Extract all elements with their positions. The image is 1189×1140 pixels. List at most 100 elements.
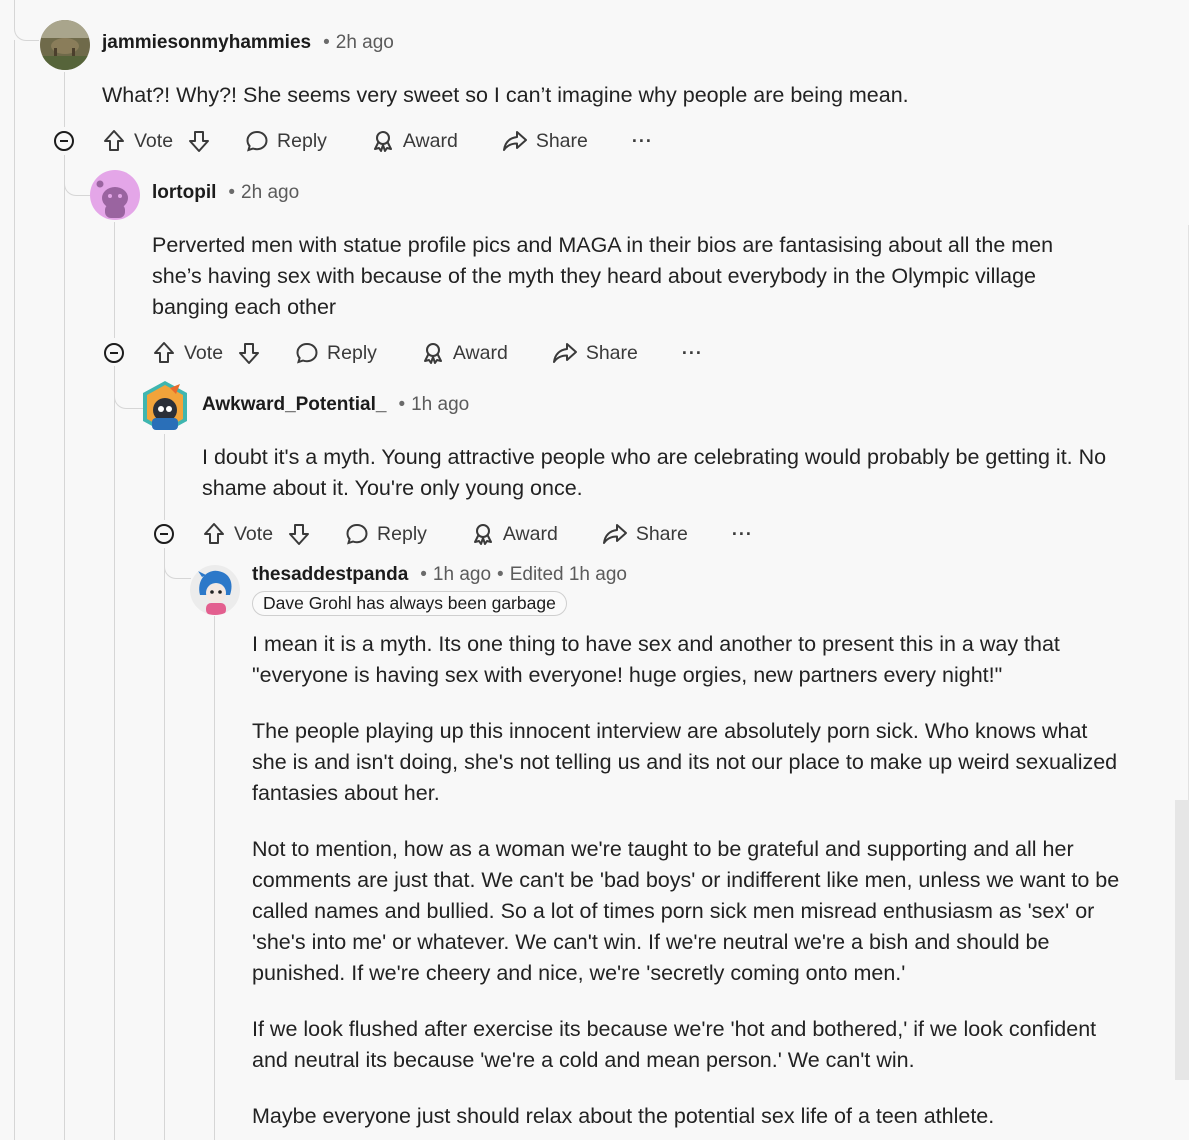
reply-icon: [296, 342, 318, 364]
comment-paragraph: Maybe everyone just should relax about t…: [252, 1104, 995, 1128]
share-button[interactable]: Share: [552, 341, 638, 365]
timestamp[interactable]: 1h ago: [411, 394, 469, 416]
user-flair: Dave Grohl has always been garbage: [252, 591, 567, 616]
comment-thread: jammiesonmyhammies • 2h ago What?! Why?!…: [0, 0, 1189, 1140]
thread-line: [64, 155, 91, 196]
share-icon: [502, 131, 527, 151]
thread-line: [214, 616, 215, 1140]
reply-icon: [346, 523, 368, 545]
comment-meta: jammiesonmyhammies • 2h ago: [102, 30, 394, 56]
vote-label: Vote: [134, 129, 174, 152]
thread-line: [114, 366, 143, 409]
award-label: Award: [452, 341, 508, 364]
username[interactable]: lortopil: [152, 182, 216, 204]
more-icon: ···: [731, 523, 753, 544]
scrollbar-track: [1175, 800, 1189, 1080]
thread-line: [114, 366, 115, 1140]
share-label: Share: [635, 522, 688, 545]
username[interactable]: Awkward_Potential_: [202, 394, 386, 416]
downvote-button[interactable]: [287, 522, 311, 546]
vote-label: Vote: [184, 341, 224, 364]
thread-line: [64, 72, 65, 127]
reply-button[interactable]: Reply: [295, 341, 377, 365]
share-button[interactable]: Share: [502, 129, 588, 153]
upvote-button[interactable]: Vote: [202, 522, 273, 546]
cropped-previous-content: [150, 0, 580, 2]
thread-line: [164, 434, 165, 520]
award-icon: [473, 524, 492, 545]
share-button[interactable]: Share: [602, 522, 688, 546]
comment-paragraph: If we look flushed after exercise its be…: [252, 1017, 1097, 1072]
upvote-icon: [104, 130, 124, 151]
more-icon: ···: [681, 342, 703, 363]
award-button[interactable]: Award: [371, 129, 458, 153]
reply-button[interactable]: Reply: [245, 129, 327, 153]
comment-paragraph: Perverted men with statue profile pics a…: [152, 233, 1054, 319]
thread-line: [164, 548, 165, 1140]
downvote-icon: [289, 524, 310, 545]
thread-line: [14, 40, 15, 1140]
upvote-button[interactable]: Vote: [152, 341, 223, 365]
downvote-icon: [189, 131, 210, 152]
comment-body: I doubt it's a myth. Young attractive pe…: [202, 442, 1122, 529]
comment-actions: Vote Reply Award Share ···: [152, 338, 703, 368]
more-options-button[interactable]: ···: [732, 524, 753, 545]
upvote-button[interactable]: Vote: [102, 129, 173, 153]
reply-button[interactable]: Reply: [345, 522, 427, 546]
award-icon: [373, 131, 392, 152]
collapse-icon[interactable]: [154, 524, 174, 544]
comment-paragraph: I doubt it's a myth. Young attractive pe…: [202, 445, 1107, 500]
upvote-icon: [204, 523, 224, 544]
collapse-icon[interactable]: [54, 131, 74, 151]
comment-paragraph: Not to mention, how as a woman we're tau…: [252, 837, 1120, 985]
timestamp[interactable]: 2h ago: [241, 182, 299, 204]
comment-paragraph: What?! Why?! She seems very sweet so I c…: [102, 83, 909, 107]
thread-line: [14, 0, 39, 41]
downvote-icon: [239, 343, 260, 364]
award-label: Award: [402, 129, 458, 152]
thread-line: [114, 222, 115, 338]
more-options-button[interactable]: ···: [682, 343, 703, 364]
collapse-icon[interactable]: [104, 343, 124, 363]
separator: •: [398, 394, 406, 415]
avatar[interactable]: [190, 565, 240, 615]
share-label: Share: [585, 341, 638, 364]
reply-label: Reply: [277, 129, 327, 152]
reply-label: Reply: [327, 341, 377, 364]
comment-paragraph: The people playing up this innocent inte…: [252, 719, 1118, 805]
avatar[interactable]: [90, 170, 140, 220]
share-icon: [602, 524, 627, 544]
timestamp[interactable]: 2h ago: [336, 32, 394, 54]
comment-paragraph: I mean it is a myth. Its one thing to ha…: [252, 632, 1060, 687]
more-options-button[interactable]: ···: [632, 131, 653, 152]
award-button[interactable]: Award: [471, 522, 558, 546]
separator: •: [497, 564, 504, 585]
username[interactable]: jammiesonmyhammies: [102, 32, 311, 54]
downvote-button[interactable]: [237, 341, 261, 365]
share-icon: [552, 343, 577, 363]
vote-label: Vote: [234, 522, 274, 545]
separator: •: [323, 32, 330, 53]
edited-label: Edited 1h ago: [509, 564, 627, 585]
reply-icon: [246, 130, 268, 152]
award-button[interactable]: Award: [421, 341, 508, 365]
separator: •: [228, 182, 236, 203]
award-icon: [423, 343, 442, 364]
downvote-button[interactable]: [187, 129, 211, 153]
comment-meta: thesaddestpanda • 1h ago • Edited 1h ago: [252, 562, 627, 588]
comment-meta: Awkward_Potential_ • 1h ago: [202, 392, 469, 418]
comment-body: I mean it is a myth. Its one thing to ha…: [252, 629, 1127, 1140]
share-label: Share: [535, 129, 588, 152]
thread-line: [64, 155, 65, 1140]
avatar[interactable]: [40, 20, 90, 70]
comment-meta: lortopil • 2h ago: [152, 180, 299, 206]
upvote-icon: [154, 342, 174, 363]
thread-line: [164, 548, 191, 579]
timestamp[interactable]: 1h ago: [433, 564, 491, 586]
username[interactable]: thesaddestpanda: [252, 564, 408, 586]
reply-label: Reply: [377, 522, 427, 545]
comment-actions: Vote Reply Award Share ···: [202, 519, 753, 549]
comment-body: Perverted men with statue profile pics a…: [152, 230, 1102, 348]
avatar[interactable]: [140, 380, 190, 430]
separator: •: [420, 564, 427, 585]
